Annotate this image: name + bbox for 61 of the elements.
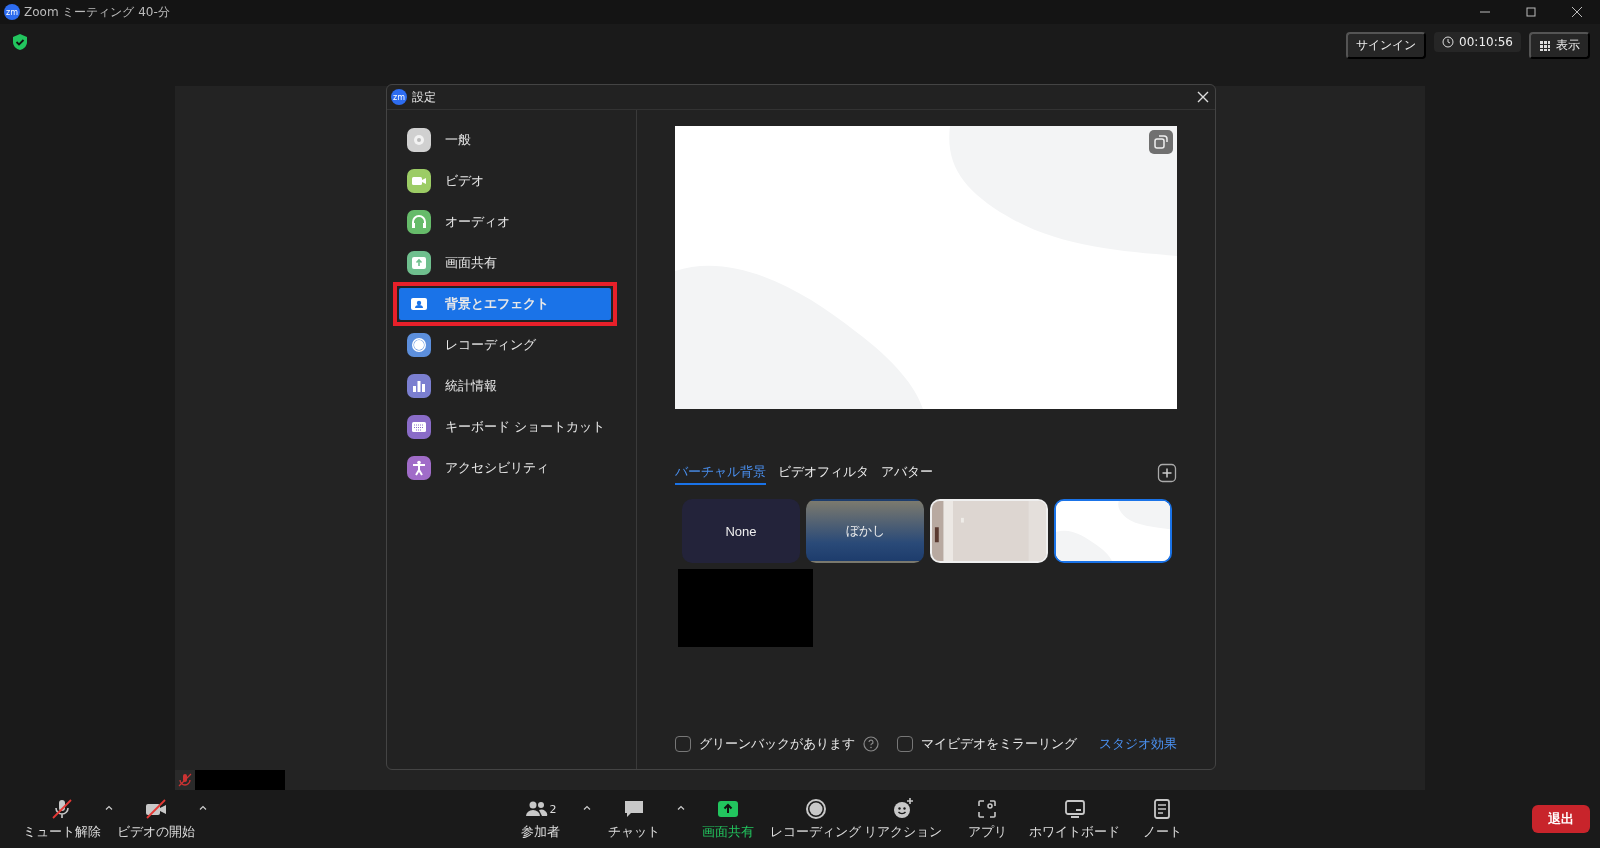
background-option[interactable]: ぼかし bbox=[806, 499, 924, 563]
tab[interactable]: アバター bbox=[881, 461, 933, 485]
smiley-plus-icon bbox=[891, 797, 915, 821]
grid-icon bbox=[1539, 39, 1551, 52]
sidebar-item[interactable]: アクセシビリティ bbox=[399, 452, 611, 484]
toolbar-button[interactable]: ノート bbox=[1120, 797, 1204, 841]
record-icon bbox=[407, 333, 431, 357]
share-screen-icon bbox=[407, 251, 431, 275]
sidebar-item[interactable]: ビデオ bbox=[399, 165, 611, 197]
toolbar-button[interactable]: ミュート解除 bbox=[20, 797, 104, 841]
sidebar-item[interactable]: キーボード ショートカット bbox=[399, 411, 611, 443]
leave-button[interactable]: 退出 bbox=[1532, 805, 1590, 833]
whiteboard-icon bbox=[1062, 797, 1087, 821]
toolbar-button[interactable]: 2 参加者 bbox=[498, 797, 582, 841]
meeting-timer: 00:10:56 bbox=[1434, 32, 1521, 52]
toolbar-button[interactable]: ホワイトボード bbox=[1029, 797, 1120, 841]
background-option[interactable]: None bbox=[682, 499, 800, 563]
caret-icon[interactable] bbox=[198, 803, 208, 813]
shield-check-icon[interactable] bbox=[10, 32, 30, 52]
app-logo: zm bbox=[391, 89, 407, 105]
keyboard-icon bbox=[407, 415, 431, 439]
tab[interactable]: ビデオフィルタ bbox=[778, 461, 869, 485]
bar-chart-icon bbox=[407, 374, 431, 398]
muted-video-camera-icon bbox=[144, 797, 168, 821]
participant-count: 2 bbox=[549, 802, 557, 816]
sidebar-item[interactable]: 一般 bbox=[399, 124, 611, 156]
sidebar-item[interactable]: オーディオ bbox=[399, 206, 611, 238]
toolbar-button[interactable]: レコーディング bbox=[770, 797, 861, 841]
clock-icon bbox=[1442, 36, 1455, 48]
help-icon[interactable] bbox=[863, 736, 879, 752]
record-icon bbox=[803, 797, 828, 821]
video-camera-icon bbox=[407, 169, 431, 193]
caret-icon[interactable] bbox=[104, 803, 114, 813]
studio-effects-link[interactable]: スタジオ効果 bbox=[1099, 735, 1177, 753]
tab[interactable]: バーチャル背景 bbox=[675, 461, 766, 485]
checkbox[interactable] bbox=[897, 736, 913, 752]
caret-icon[interactable] bbox=[582, 803, 592, 813]
muted-microphone-icon bbox=[50, 797, 74, 821]
app-logo: zm bbox=[4, 4, 20, 20]
sidebar-item[interactable]: レコーディング bbox=[399, 329, 611, 361]
toolbar-button[interactable]: 画面共有 bbox=[686, 797, 770, 841]
toolbar-button[interactable]: ビデオの開始 bbox=[114, 797, 198, 841]
sidebar-item[interactable]: 背景とエフェクト bbox=[399, 288, 611, 320]
caret-icon[interactable] bbox=[676, 803, 686, 813]
sidebar-item[interactable]: 画面共有 bbox=[399, 247, 611, 279]
checkbox-label: マイビデオをミラーリング bbox=[921, 735, 1077, 753]
accessibility-icon bbox=[407, 456, 431, 480]
window-title: Zoom ミーティング 40-分 bbox=[24, 3, 170, 21]
toolbar-button[interactable]: チャット bbox=[592, 797, 676, 841]
toolbar-button[interactable]: アプリ bbox=[945, 797, 1029, 841]
sign-in-button[interactable]: サインイン bbox=[1346, 32, 1427, 59]
sidebar-item[interactable]: 統計情報 bbox=[399, 370, 611, 402]
apps-icon bbox=[975, 797, 999, 821]
view-button[interactable]: 表示 bbox=[1529, 32, 1590, 59]
headphones-icon bbox=[407, 210, 431, 234]
checkbox-label: グリーンバックがあります bbox=[699, 735, 855, 753]
toolbar-button[interactable]: リアクション bbox=[861, 797, 945, 841]
add-icon[interactable] bbox=[1157, 463, 1177, 483]
checkbox[interactable] bbox=[675, 736, 691, 752]
rotate-icon[interactable] bbox=[1149, 130, 1173, 154]
dialog-title: 設定 bbox=[412, 88, 436, 106]
